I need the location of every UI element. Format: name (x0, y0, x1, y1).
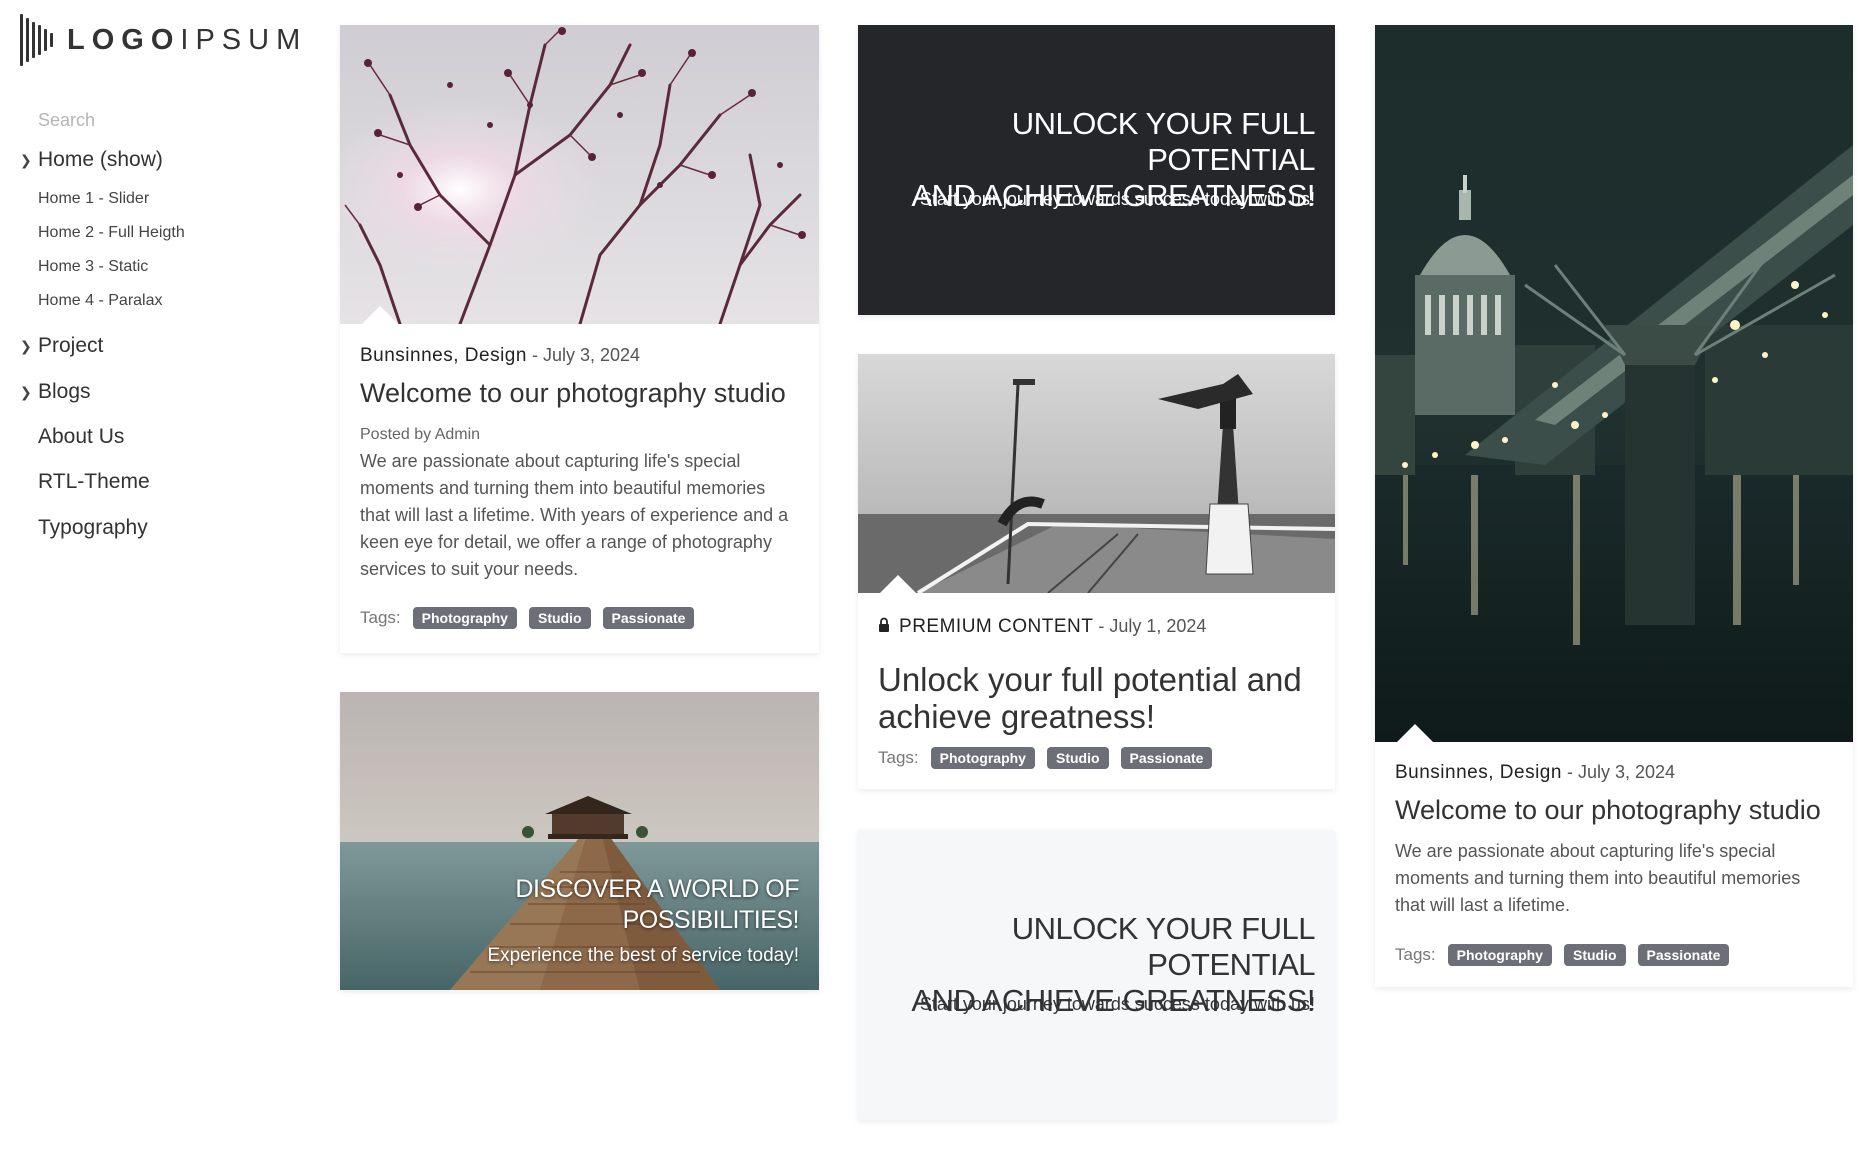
branches-image (340, 25, 819, 324)
post-meta: Bunsinnes, Design - July 3, 2024 (360, 345, 640, 367)
chevron-right-icon: ❯ (20, 151, 32, 168)
nav-label: RTL-Theme (38, 470, 150, 493)
post-title[interactable]: Welcome to our photography studio (1395, 795, 1821, 826)
logo-icon (20, 12, 53, 68)
nav-subitem-home3[interactable]: Home 3 - Static (38, 258, 148, 276)
nav-label: Blogs (38, 380, 91, 403)
tag-studio[interactable]: Studio (1046, 747, 1109, 769)
tag-studio[interactable]: Studio (528, 607, 591, 629)
nav-label: Home (show) (38, 148, 163, 171)
tag-photography[interactable]: Photography (930, 747, 1035, 769)
chevron-right-icon: ❯ (20, 383, 32, 400)
logo-text: LOGOIPSUM (67, 23, 308, 56)
promo-subtitle: Start your journey towards success today… (919, 189, 1315, 209)
nav-item-project[interactable]: ❯ Project (20, 334, 103, 358)
tags-label: Tags: (878, 748, 919, 767)
blog-card-photography[interactable]: Bunsinnes, Design - July 3, 2024 Welcome… (340, 25, 819, 653)
promo-card-discover[interactable]: DISCOVER A WORLD OF POSSIBILITIES! Exper… (340, 692, 819, 990)
post-author: Posted by Admin (360, 426, 481, 443)
lock-icon (878, 617, 890, 638)
post-date: - July 3, 2024 (1566, 762, 1676, 782)
tag-passionate[interactable]: Passionate (602, 607, 695, 629)
post-excerpt: We are passionate about capturing life's… (1395, 841, 1801, 915)
tag-photography[interactable]: Photography (1447, 944, 1552, 966)
nav-subitem-home1[interactable]: Home 1 - Slider (38, 190, 149, 208)
promo-title: DISCOVER A WORLD OF POSSIBILITIES! (515, 875, 799, 934)
nav-subitem-home2[interactable]: Home 2 - Full Heigth (38, 224, 185, 242)
city-night-image (1375, 25, 1853, 742)
chevron-right-icon: ❯ (20, 337, 32, 354)
tag-passionate[interactable]: Passionate (1120, 747, 1213, 769)
promo-subtitle: Experience the best of service today! (487, 945, 799, 966)
logo[interactable]: LOGOIPSUM (20, 12, 307, 68)
nav-item-blogs[interactable]: ❯ Blogs (20, 380, 91, 404)
tag-passionate[interactable]: Passionate (1637, 944, 1730, 966)
promo-card-light[interactable]: UNLOCK YOUR FULL POTENTIAL AND ACHIEVE G… (858, 830, 1335, 1120)
nav-label: Typography (38, 516, 148, 539)
nav-label: About Us (38, 425, 125, 448)
post-title[interactable]: Welcome to our photography studio (360, 378, 786, 409)
bw-pier-image (858, 354, 1335, 593)
tag-studio[interactable]: Studio (1563, 944, 1626, 966)
sidebar: LOGOIPSUM ❯Home (show) Home 1 - Slider H… (0, 0, 300, 1150)
post-tags: Tags: Photography Studio Passionate (1395, 944, 1730, 966)
nav-subitem-home4[interactable]: Home 4 - Paralax (38, 292, 163, 310)
post-tags: Tags: Photography Studio Passionate (878, 747, 1213, 769)
search-input[interactable] (38, 110, 258, 131)
nav-item-typography[interactable]: Typography (20, 516, 148, 540)
post-meta: Bunsinnes, Design - July 3, 2024 (1395, 762, 1675, 784)
blog-card-city[interactable]: Bunsinnes, Design - July 3, 2024 Welcome… (1375, 25, 1853, 987)
post-excerpt: We are passionate about capturing life's… (360, 451, 789, 579)
post-meta: PREMIUM CONTENT - July 1, 2024 (878, 616, 1206, 638)
blog-card-premium[interactable]: PREMIUM CONTENT - July 1, 2024 Unlock yo… (858, 354, 1335, 789)
post-title[interactable]: Unlock your full potential and achieve g… (878, 661, 1308, 735)
nav-item-about[interactable]: About Us (20, 425, 124, 449)
post-category[interactable]: PREMIUM CONTENT (899, 616, 1093, 637)
tags-label: Tags: (360, 608, 401, 627)
nav-label: Project (38, 334, 104, 357)
promo-subtitle: Start your journey towards success today… (919, 994, 1315, 1014)
post-date: - July 3, 2024 (531, 345, 641, 365)
nav-item-rtl[interactable]: RTL-Theme (20, 470, 150, 494)
nav-item-home[interactable]: ❯ Home (show) (20, 148, 163, 172)
tag-photography[interactable]: Photography (412, 607, 517, 629)
post-tags: Tags: Photography Studio Passionate (360, 607, 695, 629)
post-category[interactable]: Bunsinnes, Design (360, 345, 527, 366)
post-date: - July 1, 2024 (1098, 616, 1207, 636)
post-category[interactable]: Bunsinnes, Design (1395, 762, 1562, 783)
promo-card-dark[interactable]: UNLOCK YOUR FULL POTENTIAL AND ACHIEVE G… (858, 25, 1335, 315)
tags-label: Tags: (1395, 945, 1436, 964)
